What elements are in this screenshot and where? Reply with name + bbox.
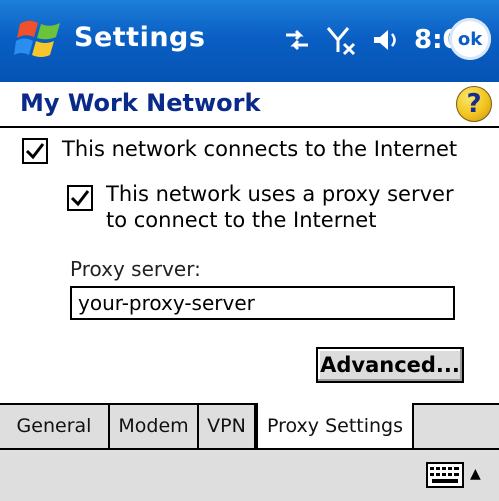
connects-internet-checkbox[interactable]	[22, 138, 48, 164]
proxy-server-input[interactable]	[70, 286, 455, 320]
keyboard-icon[interactable]	[426, 462, 464, 492]
checkmark-icon	[25, 143, 45, 160]
app-title[interactable]: Settings	[74, 22, 205, 53]
advanced-button[interactable]: Advanced...	[316, 347, 464, 383]
uses-proxy-label[interactable]: This network uses a proxy server to conn…	[106, 181, 478, 233]
tab-proxy-settings[interactable]: Proxy Settings	[256, 403, 414, 450]
help-icon[interactable]: ?	[456, 86, 492, 122]
connectivity-icon[interactable]	[282, 25, 312, 55]
tab-vpn[interactable]: VPN	[199, 405, 256, 448]
start-menu-icon[interactable]	[14, 14, 66, 66]
tab-general[interactable]: General	[0, 405, 110, 448]
tab-modem[interactable]: Modem	[110, 405, 199, 448]
connects-internet-label[interactable]: This network connects to the Internet	[62, 136, 457, 162]
uses-proxy-checkbox[interactable]	[67, 185, 93, 211]
proxy-server-label: Proxy server:	[70, 257, 201, 281]
command-bar: ▲	[0, 448, 499, 501]
page-header: My Work Network ?	[0, 82, 499, 128]
checkmark-icon	[70, 190, 90, 207]
title-bar: Settings 8:01 ok	[0, 0, 499, 82]
page-title: My Work Network	[20, 89, 261, 117]
signal-icon[interactable]	[324, 24, 358, 56]
tab-strip: General Modem VPN Proxy Settings	[0, 403, 499, 450]
ok-button[interactable]: ok	[449, 18, 491, 60]
sip-arrow-icon[interactable]: ▲	[470, 466, 481, 482]
volume-icon[interactable]	[370, 25, 400, 55]
